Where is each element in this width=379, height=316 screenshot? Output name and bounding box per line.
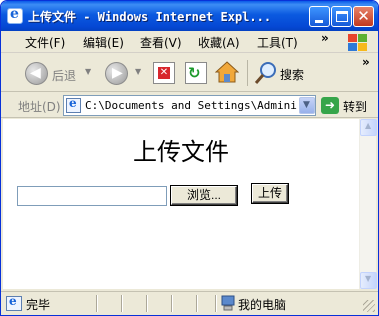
scroll-down-button[interactable]: ▼ <box>360 272 377 289</box>
page-heading: 上传文件 <box>133 138 229 166</box>
status-divider <box>146 295 147 312</box>
maximize-button[interactable] <box>331 6 352 27</box>
menu-file[interactable]: 文件(F) <box>25 34 65 51</box>
status-divider <box>196 295 197 312</box>
chevron-down-icon: ▼ <box>365 274 372 283</box>
search-icon[interactable] <box>253 60 279 86</box>
forward-arrow-icon: ▶ <box>112 65 123 81</box>
chevron-down-icon: ▼ <box>303 100 310 110</box>
status-divider <box>121 295 122 312</box>
toolbar-more-chevron[interactable]: » <box>362 55 370 69</box>
chevron-up-icon: ▲ <box>365 121 372 130</box>
vertical-scrollbar[interactable]: ▲ ▼ <box>359 119 377 289</box>
menu-more-chevron[interactable]: » <box>321 31 329 45</box>
browser-window: 上传文件 - Windows Internet Expl... ✕ 文件(F) … <box>0 0 379 316</box>
back-button[interactable]: ◀ <box>25 62 48 85</box>
forward-dropdown-icon[interactable]: ▼ <box>135 67 141 76</box>
stop-icon: ✕ <box>158 67 170 79</box>
search-label[interactable]: 搜索 <box>280 66 304 83</box>
close-button[interactable]: ✕ <box>353 6 374 27</box>
my-computer-icon <box>221 295 235 311</box>
address-bar: 地址(D) C:\Documents and Settings\Administ… <box>1 93 378 118</box>
minimize-icon <box>315 20 323 23</box>
address-label: 地址(D) <box>18 100 61 114</box>
resize-grip-icon[interactable] <box>363 300 375 312</box>
back-dropdown-icon[interactable]: ▼ <box>85 67 91 76</box>
stop-button[interactable]: ✕ <box>153 62 175 84</box>
minimize-button[interactable] <box>309 6 330 27</box>
menu-view[interactable]: 查看(V) <box>140 34 182 51</box>
windows-logo-icon <box>346 32 368 52</box>
ie-icon <box>7 6 23 24</box>
address-url[interactable]: C:\Documents and Settings\Administr <box>85 99 297 112</box>
go-arrow-icon[interactable]: ➜ <box>321 97 339 114</box>
upload-button[interactable]: 上传 <box>252 184 288 203</box>
forward-button[interactable]: ▶ <box>105 62 128 85</box>
refresh-button[interactable]: ↻ <box>185 62 207 84</box>
maximize-icon <box>336 11 348 22</box>
home-icon[interactable] <box>215 60 239 84</box>
menu-favorites[interactable]: 收藏(A) <box>198 34 240 51</box>
toolbar: ◀ 后退 ▼ ▶ ▼ ✕ ↻ 搜索 » <box>1 54 378 92</box>
status-divider <box>96 295 97 312</box>
page-icon <box>66 96 81 113</box>
menu-bar: 文件(F) 编辑(E) 查看(V) 收藏(A) 工具(T) » <box>1 31 378 53</box>
page-status-icon <box>6 294 22 311</box>
status-text: 完毕 <box>26 298 51 312</box>
toolbar-separator <box>247 60 248 86</box>
title-bar[interactable]: 上传文件 - Windows Internet Expl... ✕ <box>1 1 378 31</box>
scroll-up-button[interactable]: ▲ <box>360 119 377 136</box>
status-divider <box>215 295 216 312</box>
go-button[interactable]: 转到 <box>343 98 367 115</box>
file-path-input[interactable] <box>17 186 167 206</box>
status-divider <box>171 295 172 312</box>
menu-tools[interactable]: 工具(T) <box>257 34 298 51</box>
refresh-icon: ↻ <box>188 64 201 82</box>
page-content: 上传文件 浏览... 上传 <box>3 119 359 289</box>
back-label[interactable]: 后退 <box>52 67 76 84</box>
status-bar: 完毕 我的电脑 <box>1 291 378 315</box>
close-icon: ✕ <box>357 7 370 25</box>
address-dropdown-button[interactable]: ▼ <box>299 97 315 114</box>
window-title: 上传文件 - Windows Internet Expl... <box>28 10 272 24</box>
menu-edit[interactable]: 编辑(E) <box>83 34 124 51</box>
security-zone-text: 我的电脑 <box>238 298 287 312</box>
back-arrow-icon: ◀ <box>30 65 41 81</box>
address-input[interactable]: C:\Documents and Settings\Administr ▼ <box>63 95 316 116</box>
browse-button[interactable]: 浏览... <box>171 186 237 205</box>
